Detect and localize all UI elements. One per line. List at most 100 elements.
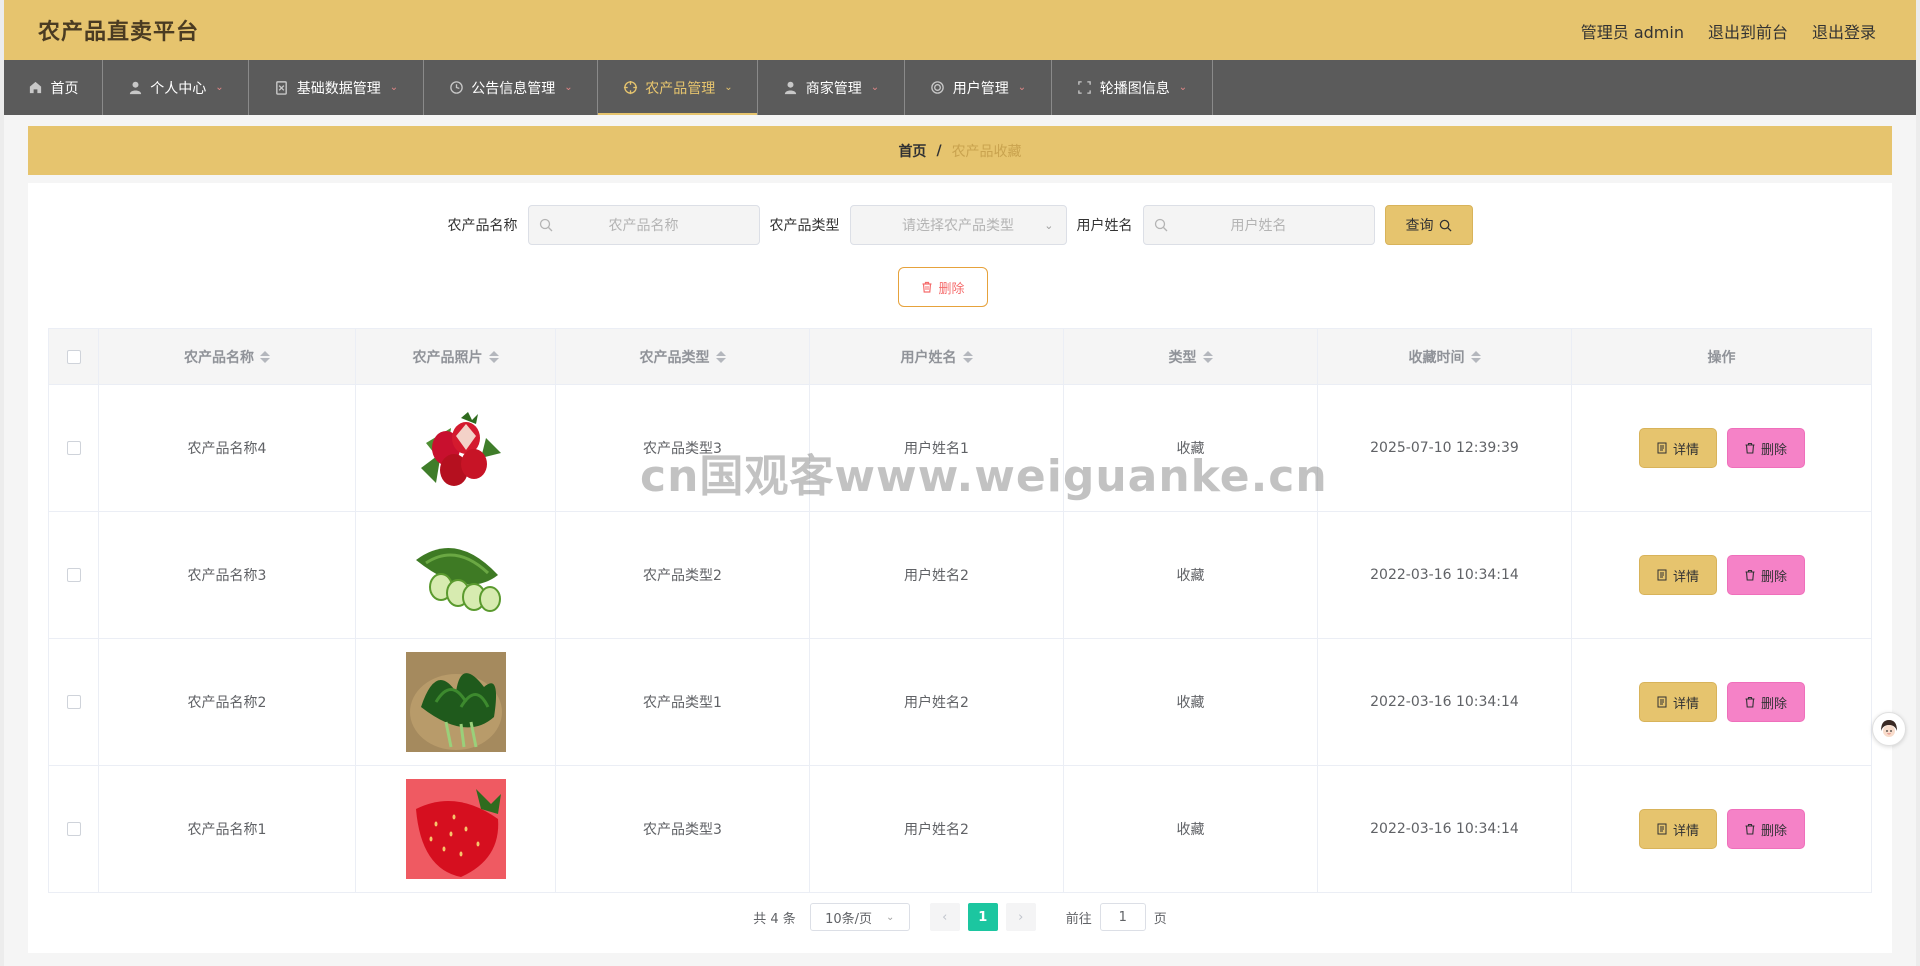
nav-products[interactable]: 农产品管理 ⌄	[598, 60, 758, 115]
chevron-down-icon: ⌄	[1044, 219, 1054, 232]
favorites-table: 农产品名称 农产品照片 农产品类型 用户姓名 类型 收藏时间 操作 农产品名称4	[48, 328, 1872, 893]
sort-icon[interactable]	[260, 350, 270, 363]
header-kind[interactable]: 类型	[1064, 329, 1318, 384]
header-user-name[interactable]: 用户姓名	[810, 329, 1064, 384]
header-links: 管理员 admin 退出到前台 退出登录	[1581, 19, 1876, 43]
sort-icon[interactable]	[1202, 350, 1213, 363]
nav-label: 轮播图信息	[1099, 80, 1170, 97]
detail-button[interactable]: 详情	[1638, 809, 1717, 849]
product-name-input[interactable]: 农产品名称	[527, 205, 760, 245]
kind-cell: 收藏	[1064, 766, 1318, 892]
nav-announcements[interactable]: 公告信息管理 ⌄	[424, 60, 598, 115]
favorite-time-cell: 2025-07-10 12:39:39	[1318, 385, 1572, 511]
delete-row-button[interactable]: 删除	[1726, 682, 1805, 722]
breadcrumb-separator: /	[936, 142, 942, 159]
detail-label: 详情	[1672, 569, 1699, 585]
select-all-checkbox[interactable]	[66, 349, 81, 364]
goto-prefix: 前往	[1065, 911, 1092, 927]
goto-page-input[interactable]: 1	[1099, 903, 1146, 931]
delete-label: 删除	[1760, 823, 1787, 839]
nav-users[interactable]: 用户管理 ⌄	[905, 60, 1052, 115]
nav-label: 用户管理	[952, 80, 1009, 97]
delete-row-button[interactable]: 删除	[1726, 428, 1805, 468]
nav-merchants[interactable]: 商家管理 ⌄	[758, 60, 905, 115]
detail-button[interactable]: 详情	[1638, 555, 1717, 595]
actions-cell: 详情 删除	[1572, 639, 1871, 765]
home-icon	[28, 80, 44, 96]
nav-label: 首页	[50, 80, 79, 97]
nav-basic-data[interactable]: 基础数据管理 ⌄	[249, 60, 424, 115]
header-favorite-time[interactable]: 收藏时间	[1318, 329, 1572, 384]
pagination: 共 4 条 10条/页 ⌄ ‹ 1 › 前往 1 页	[28, 903, 1892, 931]
query-button[interactable]: 查询	[1384, 205, 1473, 245]
sort-icon[interactable]	[962, 350, 973, 363]
detail-button[interactable]: 详情	[1638, 428, 1717, 468]
column-label: 类型	[1168, 349, 1197, 366]
page-number-button[interactable]: 1	[967, 903, 998, 931]
delete-row-button[interactable]: 删除	[1726, 809, 1805, 849]
page-size-select[interactable]: 10条/页 ⌄	[809, 903, 910, 931]
nav-home[interactable]: 首页	[4, 60, 103, 115]
sort-icon[interactable]	[488, 350, 499, 363]
column-label: 农产品名称	[184, 349, 254, 366]
nav-label: 商家管理	[805, 80, 862, 97]
trash-icon	[1745, 569, 1755, 581]
kind-cell: 收藏	[1064, 385, 1318, 511]
search-icon	[1154, 218, 1167, 232]
kind-cell: 收藏	[1064, 639, 1318, 765]
breadcrumb-home[interactable]: 首页	[898, 141, 926, 161]
product-name-cell: 农产品名称3	[99, 512, 356, 638]
user-name-cell: 用户姓名1	[810, 385, 1064, 511]
user-name-input[interactable]: 用户姓名	[1142, 205, 1375, 245]
detail-button[interactable]: 详情	[1638, 682, 1717, 722]
delete-label: 删除	[1760, 569, 1787, 585]
table-row: 农产品名称3 农产品类型2 用户姓名2 收藏 2022-03-16 10:34:…	[49, 512, 1871, 639]
row-checkbox[interactable]	[66, 441, 81, 455]
header-product-name[interactable]: 农产品名称	[99, 329, 356, 384]
product-type-label: 农产品类型	[769, 218, 840, 234]
nav-label: 农产品管理	[645, 80, 716, 97]
next-page-button[interactable]: ›	[1005, 903, 1036, 931]
floating-avatar[interactable]	[1872, 712, 1906, 746]
product-name-placeholder: 农产品名称	[608, 218, 679, 234]
actions-cell: 详情 删除	[1572, 512, 1871, 638]
actions-cell: 详情 删除	[1572, 766, 1871, 892]
header-product-photo[interactable]: 农产品照片	[356, 329, 556, 384]
table-row: 农产品名称1 农产品类型3 用户姓名2 收藏 2022-03-16 10:34:…	[49, 766, 1871, 893]
trash-icon	[922, 281, 932, 293]
row-checkbox[interactable]	[66, 695, 81, 709]
detail-label: 详情	[1672, 696, 1699, 712]
user-name-placeholder: 用户姓名	[1230, 218, 1287, 234]
delete-row-button[interactable]: 删除	[1726, 555, 1805, 595]
header-actions: 操作	[1572, 329, 1871, 384]
product-photo-cell	[356, 512, 556, 638]
nav-label: 基础数据管理	[296, 80, 381, 97]
nav-carousel[interactable]: 轮播图信息 ⌄	[1052, 60, 1213, 115]
product-photo[interactable]	[405, 779, 506, 879]
product-photo[interactable]	[405, 652, 506, 752]
user-name-cell: 用户姓名2	[810, 639, 1064, 765]
product-type-placeholder: 请选择农产品类型	[902, 218, 1014, 234]
product-type-select[interactable]: 请选择农产品类型 ⌄	[849, 205, 1067, 245]
sort-icon[interactable]	[715, 350, 726, 363]
batch-delete-button[interactable]: 删除	[898, 267, 988, 307]
prev-page-button[interactable]: ‹	[929, 903, 960, 931]
nav-personal-center[interactable]: 个人中心 ⌄	[103, 60, 249, 115]
product-photo[interactable]	[405, 398, 506, 498]
row-checkbox[interactable]	[66, 822, 81, 836]
column-label: 用户姓名	[900, 349, 957, 366]
product-photo-cell	[356, 639, 556, 765]
favorite-time-cell: 2022-03-16 10:34:14	[1318, 512, 1572, 638]
header-product-type[interactable]: 农产品类型	[556, 329, 810, 384]
row-select-cell	[49, 639, 99, 765]
table-header: 农产品名称 农产品照片 农产品类型 用户姓名 类型 收藏时间 操作	[49, 329, 1871, 385]
admin-user-link[interactable]: 管理员 admin	[1581, 19, 1684, 43]
chevron-down-icon: ⌄	[215, 82, 224, 93]
row-checkbox[interactable]	[66, 568, 81, 582]
batch-delete-label: 删除	[938, 281, 965, 297]
back-to-frontend-link[interactable]: 退出到前台	[1708, 19, 1788, 43]
logout-link[interactable]: 退出登录	[1812, 19, 1876, 43]
product-photo[interactable]	[405, 525, 506, 625]
column-label: 农产品照片	[412, 349, 483, 366]
sort-icon[interactable]	[1470, 350, 1481, 363]
